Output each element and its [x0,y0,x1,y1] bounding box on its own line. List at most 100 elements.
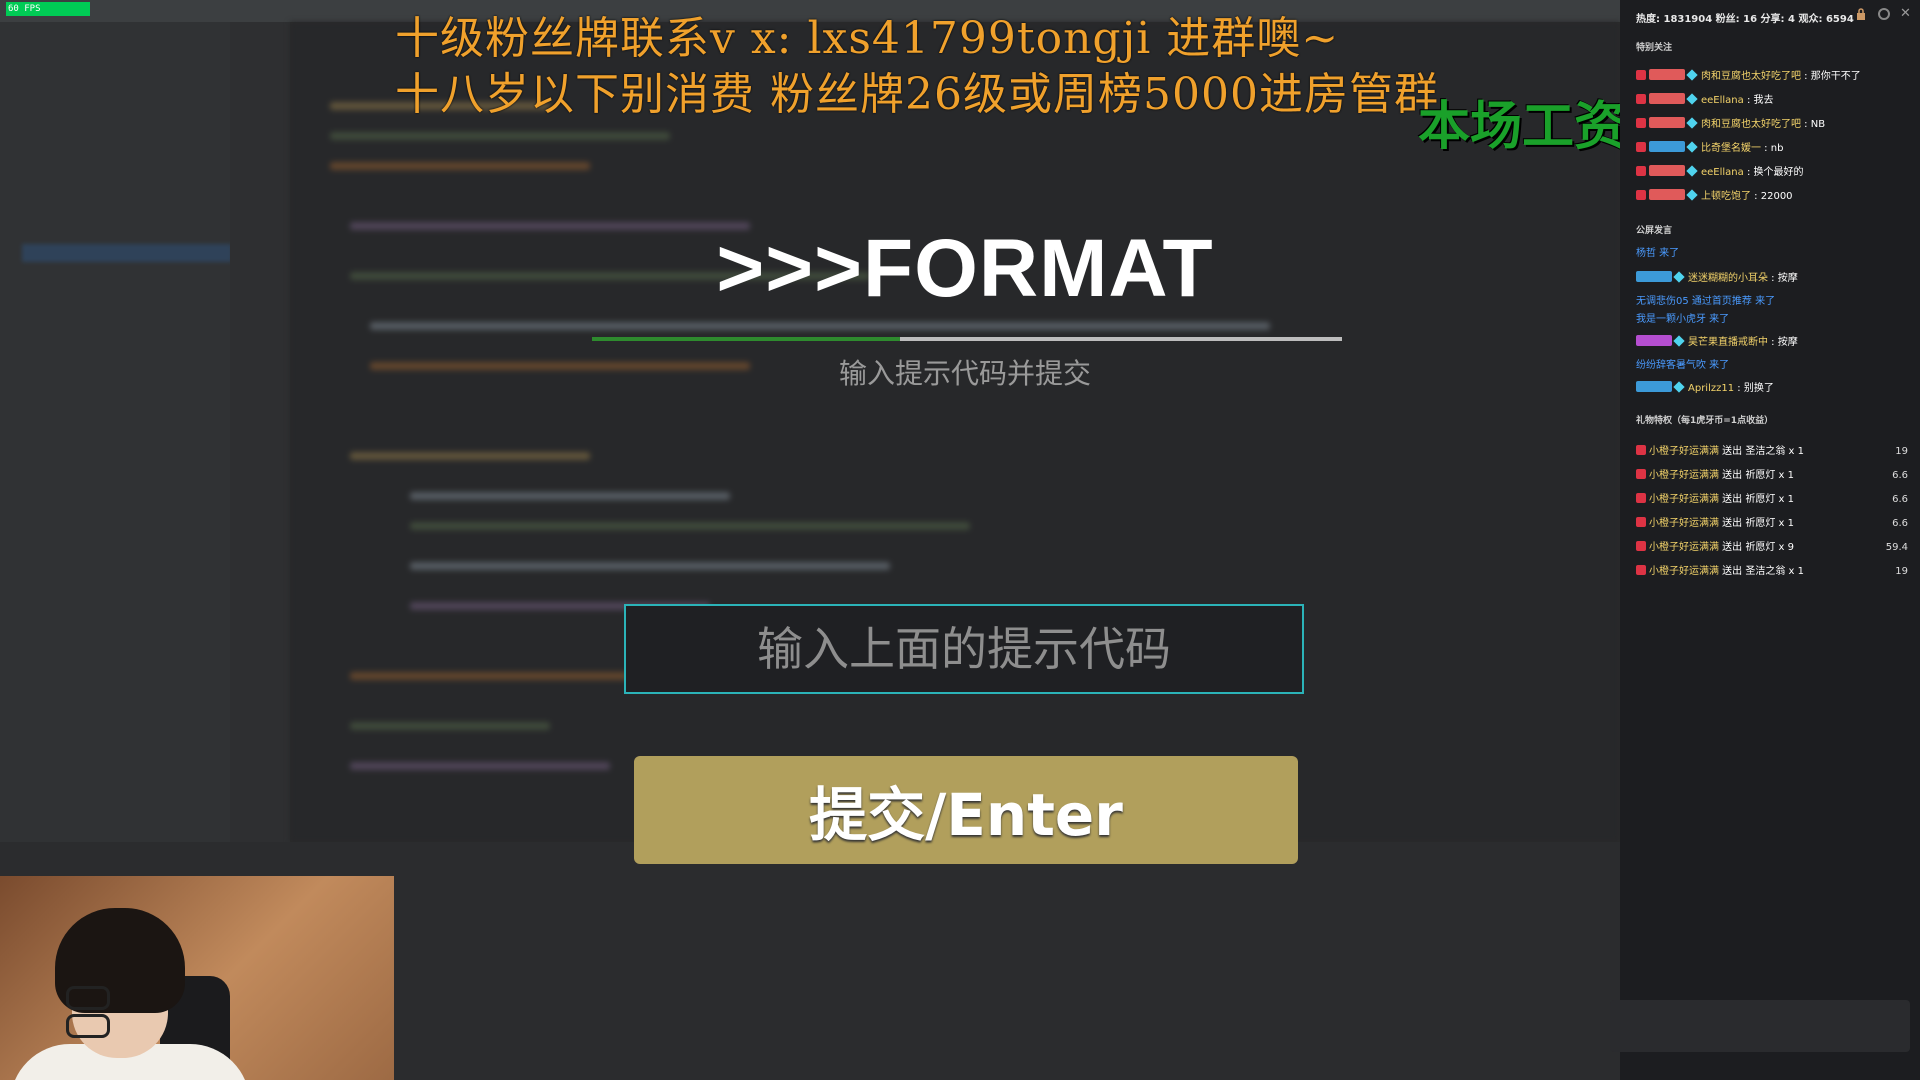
chat-message: : 别换了 [1734,383,1774,394]
chat-username[interactable]: 上顿吃饱了 [1701,191,1751,202]
fan-badge [1649,93,1685,104]
fan-badge [1649,141,1685,152]
public-chat-heading: 公屏发言 [1636,226,1673,236]
chat-message: : nb [1761,143,1784,154]
fan-badge [1649,189,1685,200]
gift-value: 19 [1895,446,1908,457]
gem-icon [1686,117,1698,129]
gift-username[interactable]: 小橙子好运满满 [1649,566,1719,577]
fan-badge [1636,381,1672,392]
gift-action: 送出 [1719,518,1746,529]
level-badge-icon [1636,517,1646,527]
level-badge-icon [1636,445,1646,455]
gift-username[interactable]: 小橙子好运满满 [1649,542,1719,553]
streamer-glasses [66,986,174,1038]
chat-message: : 22000 [1751,191,1793,202]
chat-input-area[interactable] [1610,1000,1910,1052]
gift-action: 送出 [1719,470,1746,481]
enter-notice-row: 无调悲伤05 通过首页推荐 来了 [1636,293,1775,311]
enter-notice-row: 我是一颗小虎牙 来了 [1636,311,1729,329]
level-badge-icon [1636,493,1646,503]
gift-name: 祈愿灯 x 1 [1745,494,1794,505]
gift-row: 小橙子好运满满 送出 祈愿灯 x 1 6.6 [1636,491,1914,509]
gift-row: 小橙子好运满满 送出 圣洁之翁 x 1 19 [1636,443,1914,461]
chat-message: : 按摩 [1768,273,1798,284]
format-title: >>>FORMAT [716,223,1214,314]
follow-chat-row: eeEllana : 我去 [1636,92,1774,110]
gem-icon [1686,165,1698,177]
follow-chat-row: eeEllana : 换个最好的 [1636,164,1804,182]
chat-username[interactable]: eeEllana [1701,167,1744,178]
gift-username[interactable]: 小橙子好运满满 [1649,494,1719,505]
code-input[interactable] [624,604,1304,694]
ide-gutter [230,22,290,842]
fan-badge [1636,335,1672,346]
ide-project-tree [0,22,230,842]
gem-icon [1686,93,1698,105]
level-badge-icon [1636,469,1646,479]
webcam-feed [0,876,394,1080]
chat-message: : NB [1801,119,1826,130]
gem-icon [1686,189,1698,201]
gift-name: 圣洁之翁 x 1 [1745,566,1804,577]
instruction-text: 输入提示代码并提交 [838,357,1091,390]
gem-icon [1673,271,1685,283]
gift-action: 送出 [1719,494,1746,505]
enter-notice-text: 杨哲 来了 [1636,248,1680,259]
fan-badge [1649,117,1685,128]
gift-username[interactable]: 小橙子好运满满 [1649,446,1719,457]
gem-icon [1686,69,1698,81]
chat-message: : 那你干不了 [1801,71,1861,82]
settings-icon[interactable] [1878,8,1890,20]
follow-chat-row: 比奇堡名媛一 : nb [1636,140,1783,158]
public-chat-row: Aprilzz11 : 别换了 [1636,380,1774,398]
gift-row: 小橙子好运满满 送出 祈愿灯 x 9 59.4 [1636,539,1914,557]
gem-icon [1673,335,1685,347]
follow-chat-row: 上顿吃饱了 : 22000 [1636,188,1793,206]
public-chat-row: 昊芒果直播戒断中 : 按摩 [1636,334,1798,352]
chat-username[interactable]: eeEllana [1701,95,1744,106]
chat-username[interactable]: Aprilzz11 [1688,383,1734,394]
fan-badge [1636,271,1672,282]
gift-name: 祈愿灯 x 9 [1745,542,1794,553]
level-badge-icon [1636,70,1646,80]
enter-notice-text: 无调悲伤05 通过首页推荐 来了 [1636,296,1776,307]
gift-value: 6.6 [1892,470,1908,481]
gift-action: 送出 [1719,566,1746,577]
gift-username[interactable]: 小橙子好运满满 [1649,518,1719,529]
ide-selected-file [22,244,232,262]
chat-username[interactable]: 迷迷糊糊的小耳朵 [1688,273,1768,284]
level-badge-icon [1636,166,1646,176]
chat-username[interactable]: 肉和豆腐也太好吃了吧 [1701,119,1801,130]
gift-value: 6.6 [1892,494,1908,505]
stream-notice-line1: 十级粉丝牌联系v x: lxs41799tongji 进群噢~ [395,13,1340,64]
chat-username[interactable]: 肉和豆腐也太好吃了吧 [1701,71,1801,82]
enter-notice-text: 纷纷辞客暑气吹 来了 [1636,360,1730,371]
fan-badge [1649,165,1685,176]
gift-value: 59.4 [1885,542,1908,553]
gift-row: 小橙子好运满满 送出 圣洁之翁 x 1 19 [1636,563,1914,581]
chat-username[interactable]: 比奇堡名媛一 [1701,143,1761,154]
follow-chat-row: 肉和豆腐也太好吃了吧 : 那你干不了 [1636,68,1861,86]
level-badge-icon [1636,541,1646,551]
gift-username[interactable]: 小橙子好运满满 [1649,470,1719,481]
room-stats: 热度: 1831904 粉丝: 16 分享: 4 观众: 6594 [1636,14,1854,25]
chat-message: : 按摩 [1768,337,1798,348]
close-icon[interactable]: ✕ [1900,6,1911,21]
chat-username[interactable]: 昊芒果直播戒断中 [1688,337,1768,348]
follow-chat-row: 肉和豆腐也太好吃了吧 : NB [1636,116,1825,134]
level-badge-icon [1636,565,1646,575]
gift-action: 送出 [1719,446,1746,457]
level-badge-icon [1636,190,1646,200]
lock-icon[interactable] [1856,8,1866,20]
gift-name: 祈愿灯 x 1 [1745,518,1794,529]
gem-icon [1686,141,1698,153]
level-badge-icon [1636,142,1646,152]
enter-notice-row: 纷纷辞客暑气吹 来了 [1636,357,1729,375]
submit-button[interactable]: 提交/Enter [634,756,1298,864]
gift-value: 19 [1895,566,1908,577]
chat-panel: 热度: 1831904 粉丝: 16 分享: 4 观众: 6594 ✕ 特别关注… [1620,0,1920,1080]
level-badge-icon [1636,94,1646,104]
gift-action: 送出 [1719,542,1746,553]
gift-row: 小橙子好运满满 送出 祈愿灯 x 1 6.6 [1636,467,1914,485]
